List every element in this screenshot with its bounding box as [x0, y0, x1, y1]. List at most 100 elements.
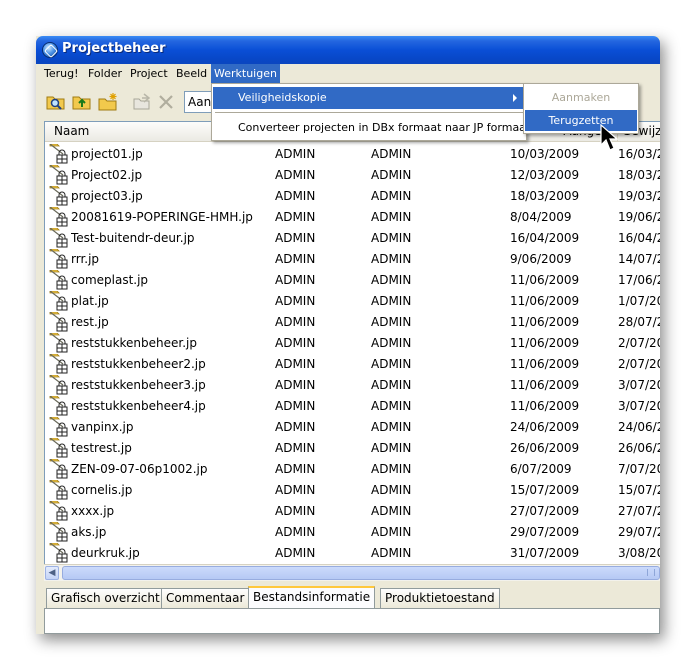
- table-row[interactable]: reststukkenbeheer3.jp ADMIN ADMIN 11/06/200…: [45, 374, 660, 395]
- project-file-icon: [49, 542, 69, 563]
- cell-modified: 19/06/2009: [618, 210, 660, 224]
- project-list: Naam Aange... Gewijzig project01.jpADMIN…: [44, 121, 660, 565]
- cell-modified: 16/03/2009: [618, 147, 660, 161]
- project-file-icon: [49, 416, 69, 437]
- cell-modified: 15/07/2009: [618, 483, 660, 497]
- cell-user: ADMIN: [371, 294, 412, 308]
- cell-created: 18/03/2009: [510, 189, 580, 203]
- tab-grafisch-overzicht[interactable]: Grafisch overzicht: [46, 588, 165, 608]
- menu-folder[interactable]: Folder: [85, 64, 125, 83]
- cell-user: ADMIN: [371, 252, 412, 266]
- cell-owner: ADMIN: [275, 462, 316, 476]
- cell-owner: ADMIN: [275, 357, 316, 371]
- cell-owner: ADMIN: [275, 546, 316, 560]
- submenu-item-terugzetten[interactable]: Terugzetten: [525, 110, 637, 131]
- project-file-icon: [49, 458, 69, 479]
- table-row[interactable]: reststukkenbeheer2.jp ADMIN ADMIN 11/06/200…: [45, 353, 660, 374]
- table-row[interactable]: reststukkenbeheer4.jp ADMIN ADMIN 11/06/200…: [45, 395, 660, 416]
- cell-modified: 1/07/2009: [618, 294, 660, 308]
- menu-item-converteer[interactable]: Converteer projecten in DBx formaat naar…: [213, 117, 530, 139]
- menu-item-veiligheidskopie[interactable]: Veiligheidskopie: [213, 87, 525, 109]
- cell-name: reststukkenbeheer4.jp: [71, 399, 206, 413]
- cell-name: 20081619-POPERINGE-HMH.jp: [71, 210, 253, 224]
- cell-user: ADMIN: [371, 420, 412, 434]
- cell-created: 9/06/2009: [510, 252, 572, 266]
- table-row[interactable]: aks.jp ADMIN ADMIN 29/07/2009 29/07/2009: [45, 521, 660, 542]
- menu-terug[interactable]: Terug!: [41, 64, 82, 83]
- cell-name: cornelis.jp: [71, 483, 133, 497]
- cell-owner: ADMIN: [275, 294, 316, 308]
- cell-name: Test-buitendr-deur.jp: [71, 231, 195, 245]
- cell-owner: ADMIN: [275, 231, 316, 245]
- project-file-icon: [49, 185, 69, 206]
- move-icon[interactable]: [132, 92, 152, 112]
- table-row[interactable]: Test-buitendr-deur.jp ADMIN ADMIN 16/04/200…: [45, 227, 660, 248]
- project-file-icon: [49, 269, 69, 290]
- folder-up-icon[interactable]: [72, 92, 92, 112]
- cell-created: 15/07/2009: [510, 483, 580, 497]
- table-row[interactable]: testrest.jp ADMIN ADMIN 26/06/2009 26/06/200…: [45, 437, 660, 458]
- cell-created: 27/07/2009: [510, 504, 580, 518]
- cell-modified: 24/06/2009: [618, 420, 660, 434]
- table-row[interactable]: project03.jp ADMIN ADMIN 18/03/2009 19/03/20…: [45, 185, 660, 206]
- table-row[interactable]: ZEN-09-07-06p1002.jp ADMIN ADMIN 6/07/2009 7…: [45, 458, 660, 479]
- cell-created: 6/07/2009: [510, 462, 572, 476]
- table-row[interactable]: rest.jp ADMIN ADMIN 11/06/2009 28/07/2009: [45, 311, 660, 332]
- search-folder-icon[interactable]: [46, 92, 66, 112]
- menu-werktuigen[interactable]: Werktuigen: [211, 64, 280, 83]
- cell-user: ADMIN: [371, 525, 412, 539]
- table-row[interactable]: xxxx.jp ADMIN ADMIN 27/07/2009 27/07/2009: [45, 500, 660, 521]
- cell-modified: 16/04/2009: [618, 231, 660, 245]
- menu-project[interactable]: Project: [127, 64, 171, 83]
- table-row[interactable]: Project02.jp ADMIN ADMIN 12/03/2009 18/03/20…: [45, 164, 660, 185]
- cell-user: ADMIN: [371, 189, 412, 203]
- veiligheidskopie-submenu: Aanmaken Terugzetten: [523, 83, 639, 134]
- cell-user: ADMIN: [371, 504, 412, 518]
- cell-modified: 7/07/2009: [618, 462, 660, 476]
- cell-modified: 19/03/2009: [618, 189, 660, 203]
- cell-created: 11/06/2009: [510, 273, 580, 287]
- table-row[interactable]: 20081619-POPERINGE-HMH.jp ADMIN ADMIN 8/04/…: [45, 206, 660, 227]
- table-row[interactable]: rrr.jp ADMIN ADMIN 9/06/2009 14/07/2009: [45, 248, 660, 269]
- cell-user: ADMIN: [371, 462, 412, 476]
- tab-produktietoestand[interactable]: Produktietoestand: [380, 588, 500, 608]
- table-row[interactable]: cornelis.jp ADMIN ADMIN 15/07/2009 15/07/200…: [45, 479, 660, 500]
- horizontal-scrollbar[interactable]: ◀: [44, 564, 660, 581]
- cell-created: 11/06/2009: [510, 294, 580, 308]
- cell-owner: ADMIN: [275, 273, 316, 287]
- cell-user: ADMIN: [371, 546, 412, 560]
- project-file-icon: [49, 143, 69, 164]
- cell-name: testrest.jp: [71, 441, 132, 455]
- tab-commentaar[interactable]: Commentaar: [161, 588, 250, 608]
- table-row[interactable]: vanpinx.jp ADMIN ADMIN 24/06/2009 24/06/2009: [45, 416, 660, 437]
- table-row[interactable]: plat.jp ADMIN ADMIN 11/06/2009 1/07/2009: [45, 290, 660, 311]
- cell-created: 26/06/2009: [510, 441, 580, 455]
- cell-owner: ADMIN: [275, 525, 316, 539]
- cell-user: ADMIN: [371, 315, 412, 329]
- cell-user: ADMIN: [371, 399, 412, 413]
- cell-created: 24/06/2009: [510, 420, 580, 434]
- cell-name: aks.jp: [71, 525, 107, 539]
- cell-created: 29/07/2009: [510, 525, 580, 539]
- title-bar[interactable]: Projectbeheer: [36, 36, 660, 64]
- cell-created: 11/06/2009: [510, 357, 580, 371]
- table-row[interactable]: project01.jp ADMIN ADMIN 10/03/2009 16/03/20…: [45, 143, 660, 164]
- tab-bestandsinformatie[interactable]: Bestandsinformatie: [248, 586, 376, 608]
- menu-beeld[interactable]: Beeld: [173, 64, 210, 83]
- table-row[interactable]: comeplast.jp ADMIN ADMIN 11/06/2009 17/06/20…: [45, 269, 660, 290]
- cell-created: 31/07/2009: [510, 546, 580, 560]
- scroll-left-button[interactable]: ◀: [45, 566, 59, 580]
- cell-created: 11/06/2009: [510, 336, 580, 350]
- cell-name: deurkruk.jp: [71, 546, 140, 560]
- app-icon: [42, 42, 58, 58]
- cell-modified: 29/07/2009: [618, 525, 660, 539]
- delete-icon[interactable]: [156, 92, 176, 112]
- scroll-thumb[interactable]: [62, 566, 660, 580]
- project-file-icon: [49, 227, 69, 248]
- project-file-icon: [49, 500, 69, 521]
- table-row[interactable]: deurkruk.jp ADMIN ADMIN 31/07/2009 3/08/2009: [45, 542, 660, 563]
- table-row[interactable]: reststukkenbeheer.jp ADMIN ADMIN 11/06/2009…: [45, 332, 660, 353]
- cell-user: ADMIN: [371, 483, 412, 497]
- new-folder-icon[interactable]: [98, 92, 118, 112]
- cell-name: vanpinx.jp: [71, 420, 134, 434]
